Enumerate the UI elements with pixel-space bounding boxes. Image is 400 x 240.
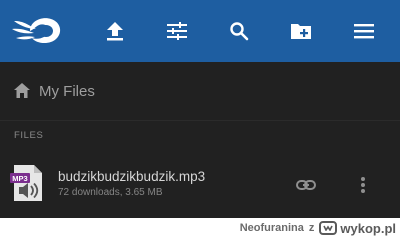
copy-link-button[interactable] xyxy=(295,174,317,196)
wykop-watermark: Neofuranina z wykop.pl xyxy=(240,219,396,237)
more-options-button[interactable] xyxy=(352,174,374,196)
wykop-logo: wykop.pl xyxy=(319,221,396,236)
menu-button[interactable] xyxy=(350,17,378,45)
file-name: budzikbudzikbudzik.mp3 xyxy=(58,169,206,184)
mp3-file-icon: MP3 xyxy=(10,165,44,201)
divider xyxy=(0,120,400,121)
menu-icon xyxy=(354,23,374,39)
more-vert-icon xyxy=(352,177,374,200)
file-meta: 72 downloads, 3.65 MB xyxy=(58,187,163,198)
file-manager-app: My Files FILES MP3 budzikbudzikbudzik.mp… xyxy=(0,0,400,218)
file-list-item[interactable]: MP3 budzikbudzikbudzik.mp3 72 downloads,… xyxy=(0,156,400,212)
search-icon xyxy=(229,21,249,41)
wykop-logo-icon xyxy=(319,221,338,235)
filter-button[interactable] xyxy=(163,17,191,45)
breadcrumb[interactable]: My Files xyxy=(0,62,400,120)
mp3-badge: MP3 xyxy=(12,174,27,183)
home-icon xyxy=(13,82,31,99)
top-toolbar xyxy=(0,0,400,62)
watermark-user: Neofuranina xyxy=(239,222,304,234)
watermark-site: wykop.pl xyxy=(340,220,396,236)
upload-button[interactable] xyxy=(101,17,129,45)
link-icon xyxy=(295,180,317,200)
watermark-separator: z xyxy=(308,222,315,234)
breadcrumb-label: My Files xyxy=(39,83,95,100)
section-header-files: FILES xyxy=(14,130,44,141)
mediafire-logo[interactable] xyxy=(10,13,66,49)
new-folder-icon xyxy=(290,22,312,40)
search-button[interactable] xyxy=(225,17,253,45)
new-folder-button[interactable] xyxy=(287,17,315,45)
filter-icon xyxy=(167,22,187,40)
upload-icon xyxy=(106,21,124,41)
